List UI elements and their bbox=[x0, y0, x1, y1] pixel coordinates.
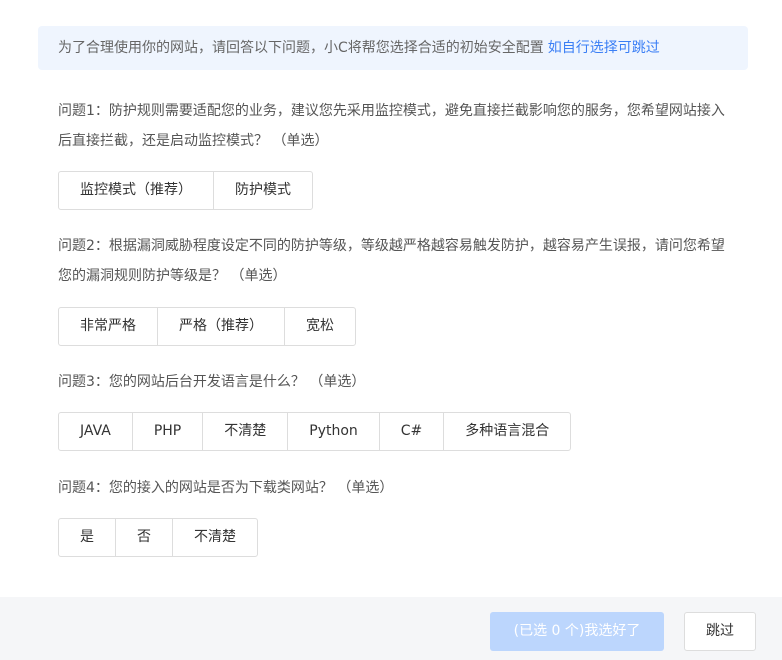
question-1: 问题1：防护规则需要适配您的业务，建议您先采用监控模式，避免直接拦截影响您的服务… bbox=[58, 103, 725, 149]
question-4-options: 是 否 不清楚 bbox=[58, 518, 258, 557]
option-unknown[interactable]: 不清楚 bbox=[173, 519, 257, 556]
intro-text: 为了合理使用你的网站，请回答以下问题，小C将帮您选择合适的初始安全配置 bbox=[58, 40, 544, 56]
question-4: 问题4：您的接入的网站是否为下载类网站？ （单选） bbox=[58, 480, 394, 496]
option-unknown[interactable]: 不清楚 bbox=[203, 413, 289, 450]
option-csharp[interactable]: C# bbox=[380, 413, 445, 450]
intro-banner: 为了合理使用你的网站，请回答以下问题，小C将帮您选择合适的初始安全配置 如自行选择… bbox=[38, 26, 748, 70]
question-3-options: JAVA PHP 不清楚 Python C# 多种语言混合 bbox=[58, 412, 572, 451]
option-java[interactable]: JAVA bbox=[59, 413, 133, 450]
question-3: 问题3：您的网站后台开发语言是什么？ （单选） bbox=[58, 374, 366, 390]
question-1-options: 监控模式（推荐） 防护模式 bbox=[58, 171, 313, 210]
option-strict[interactable]: 严格（推荐） bbox=[158, 308, 285, 345]
option-mixed[interactable]: 多种语言混合 bbox=[444, 413, 570, 450]
question-2-options: 非常严格 严格（推荐） 宽松 bbox=[58, 307, 356, 346]
option-protect-mode[interactable]: 防护模式 bbox=[214, 172, 312, 209]
question-2: 问题2：根据漏洞威胁程度设定不同的防护等级，等级越严格越容易触发防护，越容易产生… bbox=[58, 238, 725, 284]
option-loose[interactable]: 宽松 bbox=[285, 308, 355, 345]
footer: (已选 0 个)我选好了 跳过 bbox=[0, 597, 782, 660]
option-very-strict[interactable]: 非常严格 bbox=[59, 308, 158, 345]
option-monitor-mode[interactable]: 监控模式（推荐） bbox=[59, 172, 214, 209]
skip-button[interactable]: 跳过 bbox=[684, 612, 756, 651]
option-php[interactable]: PHP bbox=[133, 413, 204, 450]
option-yes[interactable]: 是 bbox=[59, 519, 116, 556]
option-python[interactable]: Python bbox=[288, 413, 380, 450]
skip-link[interactable]: 如自行选择可跳过 bbox=[548, 40, 660, 56]
option-no[interactable]: 否 bbox=[116, 519, 173, 556]
confirm-button[interactable]: (已选 0 个)我选好了 bbox=[490, 612, 664, 651]
